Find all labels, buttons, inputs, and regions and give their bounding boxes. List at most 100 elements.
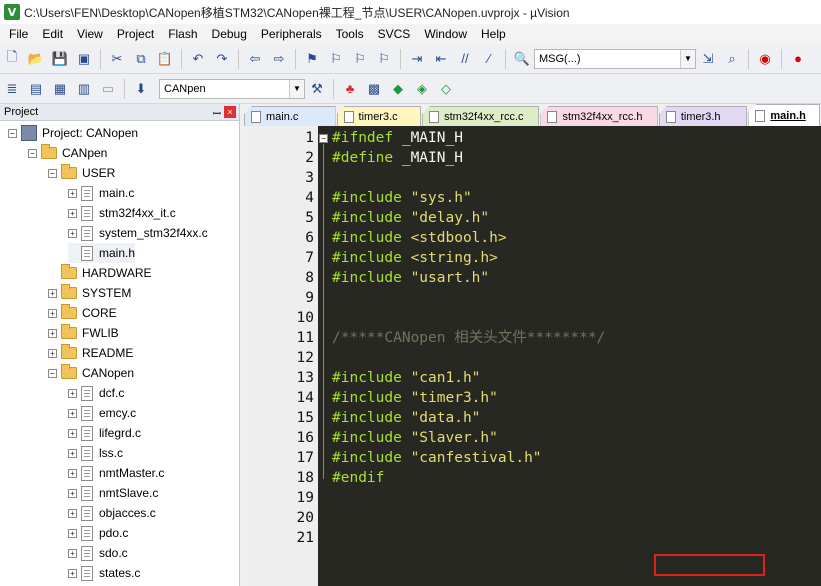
expand-icon[interactable]: +	[48, 348, 57, 358]
menu-view[interactable]: View	[72, 24, 108, 44]
find-combo[interactable]: MSG(...) ▼	[534, 48, 696, 69]
translate-icon[interactable]: ≣	[2, 79, 22, 99]
tree-folder[interactable]: − CANopen	[48, 363, 134, 383]
tree-root[interactable]: − Project: CANopen	[8, 123, 138, 143]
menu-help[interactable]: Help	[476, 24, 511, 44]
close-icon[interactable]: ×	[224, 106, 236, 118]
redo-icon[interactable]: ↷	[212, 49, 232, 69]
tree-file[interactable]: + lifegrd.c	[68, 423, 141, 443]
tab-timer3-h[interactable]: timer3.h	[658, 106, 748, 126]
unindent-icon[interactable]: ⇤	[431, 49, 451, 69]
collapse-icon[interactable]: −	[48, 168, 57, 178]
menu-file[interactable]: File	[4, 24, 33, 44]
navigate-forward-icon[interactable]: ⇨	[269, 49, 289, 69]
tree-file[interactable]: + system_stm32f4xx.c	[68, 223, 208, 243]
chevron-down-icon[interactable]: ▼	[289, 79, 304, 98]
navigate-back-icon[interactable]: ⇦	[245, 49, 265, 69]
code-editor[interactable]: − 1 #ifndef _MAIN_H 2 #define _MAIN_H 3 4 #inc…	[248, 126, 821, 586]
expand-icon[interactable]: +	[68, 548, 77, 558]
save-icon[interactable]: 💾	[50, 49, 70, 69]
next-bookmark-icon[interactable]: ⚐	[350, 49, 370, 69]
expand-icon[interactable]: +	[68, 508, 77, 518]
bookmark-icon[interactable]: ⚑	[302, 49, 322, 69]
tab-stm32f4xx-rcc-c[interactable]: stm32f4xx_rcc.c	[422, 106, 540, 126]
clear-bookmarks-icon[interactable]: ⚐	[374, 49, 394, 69]
uncomment-icon[interactable]: ⁄	[479, 49, 499, 69]
tree-file[interactable]: + lss.c	[68, 443, 123, 463]
tab-main-c[interactable]: main.c	[244, 106, 336, 126]
tree-file[interactable]: + emcy.c	[68, 403, 136, 423]
new-file-icon[interactable]: 🗋	[2, 49, 22, 69]
collapse-icon[interactable]: −	[48, 368, 57, 378]
expand-icon[interactable]: +	[68, 468, 77, 478]
expand-icon[interactable]: +	[48, 288, 57, 298]
expand-icon[interactable]: +	[48, 308, 57, 318]
expand-icon[interactable]: +	[68, 528, 77, 538]
tab-timer3-c[interactable]: timer3.c	[336, 106, 422, 126]
tree-file[interactable]: main.h	[68, 243, 136, 263]
expand-icon[interactable]: +	[68, 488, 77, 498]
find-next-icon[interactable]: ⇲	[698, 49, 718, 69]
tab-main-h[interactable]: main.h	[748, 104, 821, 126]
menu-peripherals[interactable]: Peripherals	[256, 24, 327, 44]
breakpoint-icon[interactable]: ●	[788, 49, 808, 69]
collapse-icon[interactable]: −	[8, 128, 17, 138]
menu-debug[interactable]: Debug	[207, 24, 252, 44]
expand-icon[interactable]: +	[68, 228, 77, 238]
tree-file[interactable]: + main.c	[68, 183, 134, 203]
expand-icon[interactable]: +	[68, 428, 77, 438]
tree-folder[interactable]: + SYSTEM	[48, 283, 131, 303]
target-select[interactable]: CANpen ▼	[159, 78, 305, 99]
expand-icon[interactable]: +	[68, 408, 77, 418]
menu-svcs[interactable]: SVCS	[373, 24, 416, 44]
expand-icon[interactable]: +	[68, 568, 77, 578]
copy-icon[interactable]: ⧉	[131, 49, 151, 69]
menu-edit[interactable]: Edit	[37, 24, 68, 44]
build-icon[interactable]: ▤	[26, 79, 46, 99]
tree-file[interactable]: + states.c	[68, 563, 140, 583]
tree-folder[interactable]: − USER	[48, 163, 115, 183]
indent-icon[interactable]: ⇥	[407, 49, 427, 69]
comment-icon[interactable]: //	[455, 49, 475, 69]
tree-file[interactable]: + dcf.c	[68, 383, 124, 403]
undo-icon[interactable]: ↶	[188, 49, 208, 69]
tree-folder[interactable]: + FWLIB	[48, 323, 119, 343]
pack-installer-icon[interactable]: ◈	[412, 79, 432, 99]
select-packs-icon[interactable]: ◆	[388, 79, 408, 99]
tree-target[interactable]: − CANpen	[28, 143, 107, 163]
rebuild-icon[interactable]: ▦	[50, 79, 70, 99]
stop-build-icon[interactable]: ▭	[98, 79, 118, 99]
expand-icon[interactable]: +	[68, 448, 77, 458]
tree-file[interactable]: + stm32f4xx_it.c	[68, 203, 176, 223]
expand-icon[interactable]: +	[48, 328, 57, 338]
paste-icon[interactable]: 📋	[155, 49, 175, 69]
tree-file[interactable]: + nmtSlave.c	[68, 483, 158, 503]
open-folder-icon[interactable]: 📂	[26, 49, 46, 69]
find-in-files-icon[interactable]: 🔍	[512, 49, 532, 69]
save-all-icon[interactable]: ▣	[74, 49, 94, 69]
chevron-down-icon[interactable]: ▼	[680, 49, 695, 68]
target-options-icon[interactable]: ⚒	[307, 79, 327, 99]
expand-icon[interactable]: +	[68, 388, 77, 398]
tab-stm32f4xx-rcc-h[interactable]: stm32f4xx_rcc.h	[540, 106, 658, 126]
cut-icon[interactable]: ✂	[107, 49, 127, 69]
tree-file[interactable]: + pdo.c	[68, 523, 128, 543]
download-icon[interactable]: ⬇	[131, 79, 151, 99]
menu-tools[interactable]: Tools	[331, 24, 369, 44]
manage-project-items-icon[interactable]: ♣	[340, 79, 360, 99]
pin-icon[interactable]: ꟷ	[213, 106, 221, 120]
expand-icon[interactable]: +	[68, 208, 77, 218]
batch-build-icon[interactable]: ▥	[74, 79, 94, 99]
menu-project[interactable]: Project	[112, 24, 159, 44]
tree-folder[interactable]: + README	[48, 343, 133, 363]
debug-session-icon[interactable]: ◉	[755, 49, 775, 69]
expand-icon[interactable]: +	[68, 188, 77, 198]
manage-rte-icon[interactable]: ▩	[364, 79, 384, 99]
tree-folder[interactable]: HARDWARE	[48, 263, 152, 283]
collapse-icon[interactable]: −	[28, 148, 37, 158]
tree-folder[interactable]: + CORE	[48, 303, 117, 323]
tree-file[interactable]: + objacces.c	[68, 503, 156, 523]
tree-file[interactable]: + nmtMaster.c	[68, 463, 164, 483]
prev-bookmark-icon[interactable]: ⚐	[326, 49, 346, 69]
menu-flash[interactable]: Flash	[163, 24, 202, 44]
